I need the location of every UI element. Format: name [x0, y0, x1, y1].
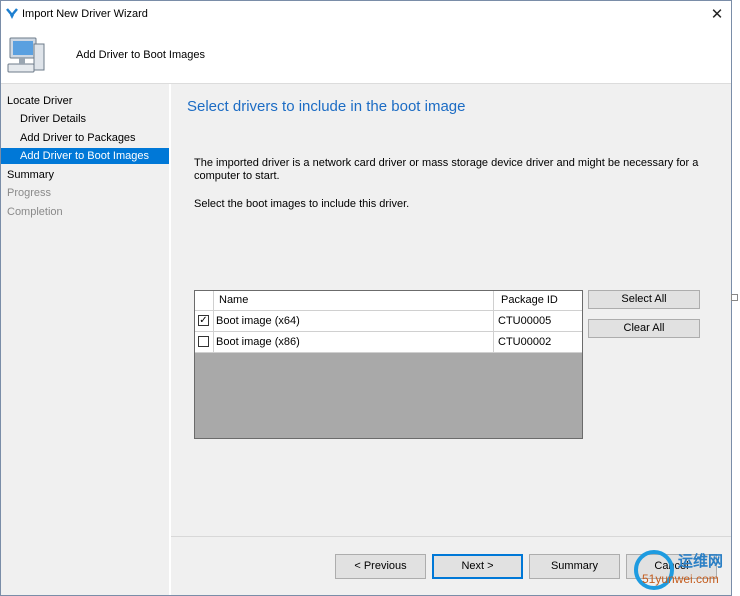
nav-item-completion: Completion [1, 204, 169, 220]
nav-item-driver-details[interactable]: Driver Details [1, 111, 169, 127]
cell-name: Boot image (x64) [213, 311, 494, 331]
nav-item-label: Completion [7, 206, 63, 218]
row-check-cell [195, 332, 214, 352]
watermark-top-text: 运维网 [678, 553, 724, 570]
next-button[interactable]: Next > [432, 554, 523, 579]
cell-name: Boot image (x86) [213, 332, 494, 352]
summary-button[interactable]: Summary [529, 554, 620, 579]
header-corner [195, 291, 214, 310]
nav-item-label: Driver Details [20, 113, 87, 125]
page-title: Select drivers to include in the boot im… [187, 98, 466, 115]
table-row[interactable]: Boot image (x86) CTU00002 [195, 332, 582, 353]
title-bar: Import New Driver Wizard ✕ [1, 1, 731, 29]
nav-item-summary[interactable]: Summary [1, 167, 169, 183]
nav-item-label: Progress [7, 187, 52, 199]
watermark-bottom-text: 51yunwei.com [642, 572, 719, 586]
wizard-arrow-icon [6, 8, 18, 19]
row-checkbox[interactable]: ✓ [198, 315, 209, 326]
description-text: The imported driver is a network card dr… [194, 157, 699, 182]
nav-item-label: Add Driver to Boot Images [20, 150, 150, 162]
close-icon: ✕ [710, 6, 724, 23]
nav-item-add-driver-to-packages[interactable]: Add Driver to Packages [1, 130, 169, 146]
clear-all-button[interactable]: Clear All [588, 319, 700, 338]
row-check-cell: ✓ [195, 311, 214, 331]
wizard-content: Select drivers to include in the boot im… [171, 84, 731, 536]
nav-item-locate-driver[interactable]: Locate Driver [1, 93, 169, 109]
row-checkbox[interactable] [198, 336, 209, 347]
nav-item-label: Summary [7, 169, 55, 181]
window-title: Import New Driver Wizard [22, 8, 148, 20]
wizard-window: Import New Driver Wizard ✕ Add Driver to… [0, 0, 732, 596]
close-button[interactable]: ✕ [704, 3, 730, 27]
computer-icon [7, 37, 45, 73]
cell-package-id: CTU00005 [498, 315, 552, 327]
boot-images-table[interactable]: Name Package ID ✓ Boot image (x64) CTU00… [194, 290, 583, 439]
previous-button[interactable]: < Previous [335, 554, 426, 579]
nav-item-label: Locate Driver [7, 95, 73, 107]
watermark: 运维网 51yunwei.com [634, 548, 738, 594]
cell-package-id: CTU00002 [498, 336, 552, 348]
instruction-text: Select the boot images to include this d… [194, 198, 410, 210]
select-all-button[interactable]: Select All [588, 290, 700, 309]
table-row[interactable]: ✓ Boot image (x64) CTU00005 [195, 311, 582, 332]
column-header-package-id[interactable]: Package ID [495, 291, 582, 310]
wizard-step-nav: Locate Driver Driver Details Add Driver … [1, 84, 169, 595]
column-header-name[interactable]: Name [213, 291, 494, 310]
header-step-title: Add Driver to Boot Images [76, 49, 206, 61]
nav-item-label: Add Driver to Packages [20, 132, 136, 144]
wizard-header: Add Driver to Boot Images [1, 29, 731, 84]
nav-item-progress: Progress [1, 185, 169, 201]
nav-item-add-driver-to-boot-images[interactable]: Add Driver to Boot Images [1, 148, 169, 164]
resize-handle[interactable] [731, 294, 738, 301]
table-header: Name Package ID [195, 291, 582, 311]
